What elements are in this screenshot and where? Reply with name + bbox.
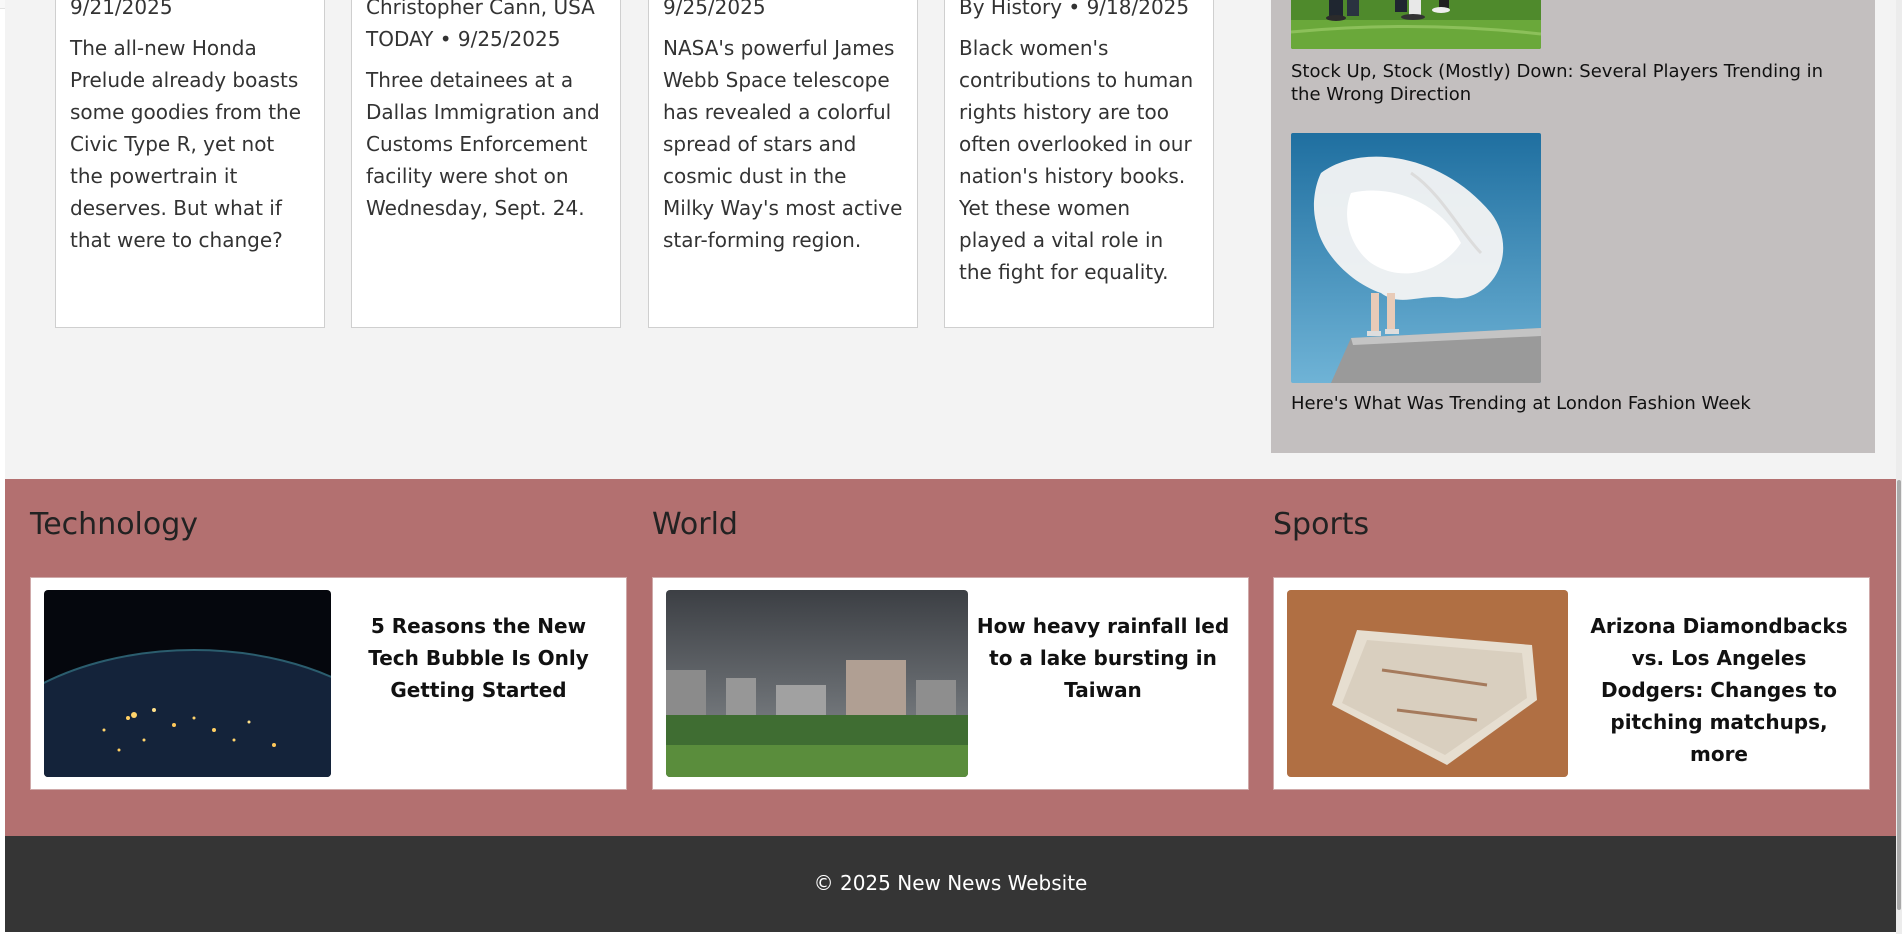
trending-title[interactable]: Stock Up, Stock (Mostly) Down: Several P… (1291, 60, 1851, 106)
vertical-scrollbar[interactable] (1896, 0, 1902, 934)
article-meta: 9/21/2025 (70, 0, 173, 19)
page-viewport: 9/21/2025 The all-new Honda Prelude alre… (5, 0, 1896, 932)
category-heading-world: World (652, 507, 738, 542)
category-heading-technology: Technology (30, 507, 199, 542)
trending-sidebar: Stock Up, Stock (Mostly) Down: Several P… (1271, 0, 1875, 453)
article-meta: 9/25/2025 (663, 0, 766, 19)
article-meta: By History • 9/18/2025 (959, 0, 1190, 19)
site-footer: © 2025 New News Website (5, 836, 1896, 932)
home-plate-image (1287, 590, 1568, 777)
category-story-title[interactable]: 5 Reasons the New Tech Bubble Is Only Ge… (346, 610, 611, 706)
trending-image-fashion[interactable] (1291, 133, 1541, 383)
category-story-card[interactable]: 5 Reasons the New Tech Bubble Is Only Ge… (30, 577, 627, 790)
trending-title[interactable]: Here's What Was Trending at London Fashi… (1291, 392, 1851, 415)
soccer-players-image (1291, 0, 1541, 49)
category-story-title[interactable]: How heavy rainfall led to a lake burstin… (968, 610, 1238, 706)
fashion-week-image (1291, 133, 1541, 383)
earth-night-image (44, 590, 331, 777)
article-description: The all-new Honda Prelude already boasts… (70, 36, 302, 252)
category-story-card[interactable]: How heavy rainfall led to a lake burstin… (652, 577, 1249, 790)
article-card[interactable]: 9/21/2025 The all-new Honda Prelude alre… (55, 0, 325, 328)
article-description: Three detainees at a Dallas Immigration … (366, 68, 600, 220)
trending-image-soccer[interactable] (1291, 0, 1541, 49)
category-story-card[interactable]: Arizona Diamondbacks vs. Los Angeles Dod… (1273, 577, 1870, 790)
category-section: Technology World Sports 5 Reasons the Ne… (5, 479, 1896, 836)
scrollbar-thumb[interactable] (1897, 480, 1901, 910)
article-description: NASA's powerful James Webb Space telesco… (663, 36, 903, 252)
article-card[interactable]: Christopher Cann, USA TODAY • 9/25/2025 … (351, 0, 621, 328)
article-card[interactable]: By History • 9/18/2025 Black women's con… (944, 0, 1214, 328)
footer-copyright: © 2025 New News Website (813, 871, 1088, 895)
category-heading-sports: Sports (1273, 507, 1370, 542)
article-description: Black women's contributions to human rig… (959, 36, 1194, 284)
stormy-city-image (666, 590, 968, 777)
article-card[interactable]: 9/25/2025 NASA's powerful James Webb Spa… (648, 0, 918, 328)
article-meta: Christopher Cann, USA TODAY • 9/25/2025 (366, 0, 595, 51)
category-story-title[interactable]: Arizona Diamondbacks vs. Los Angeles Dod… (1579, 610, 1859, 770)
